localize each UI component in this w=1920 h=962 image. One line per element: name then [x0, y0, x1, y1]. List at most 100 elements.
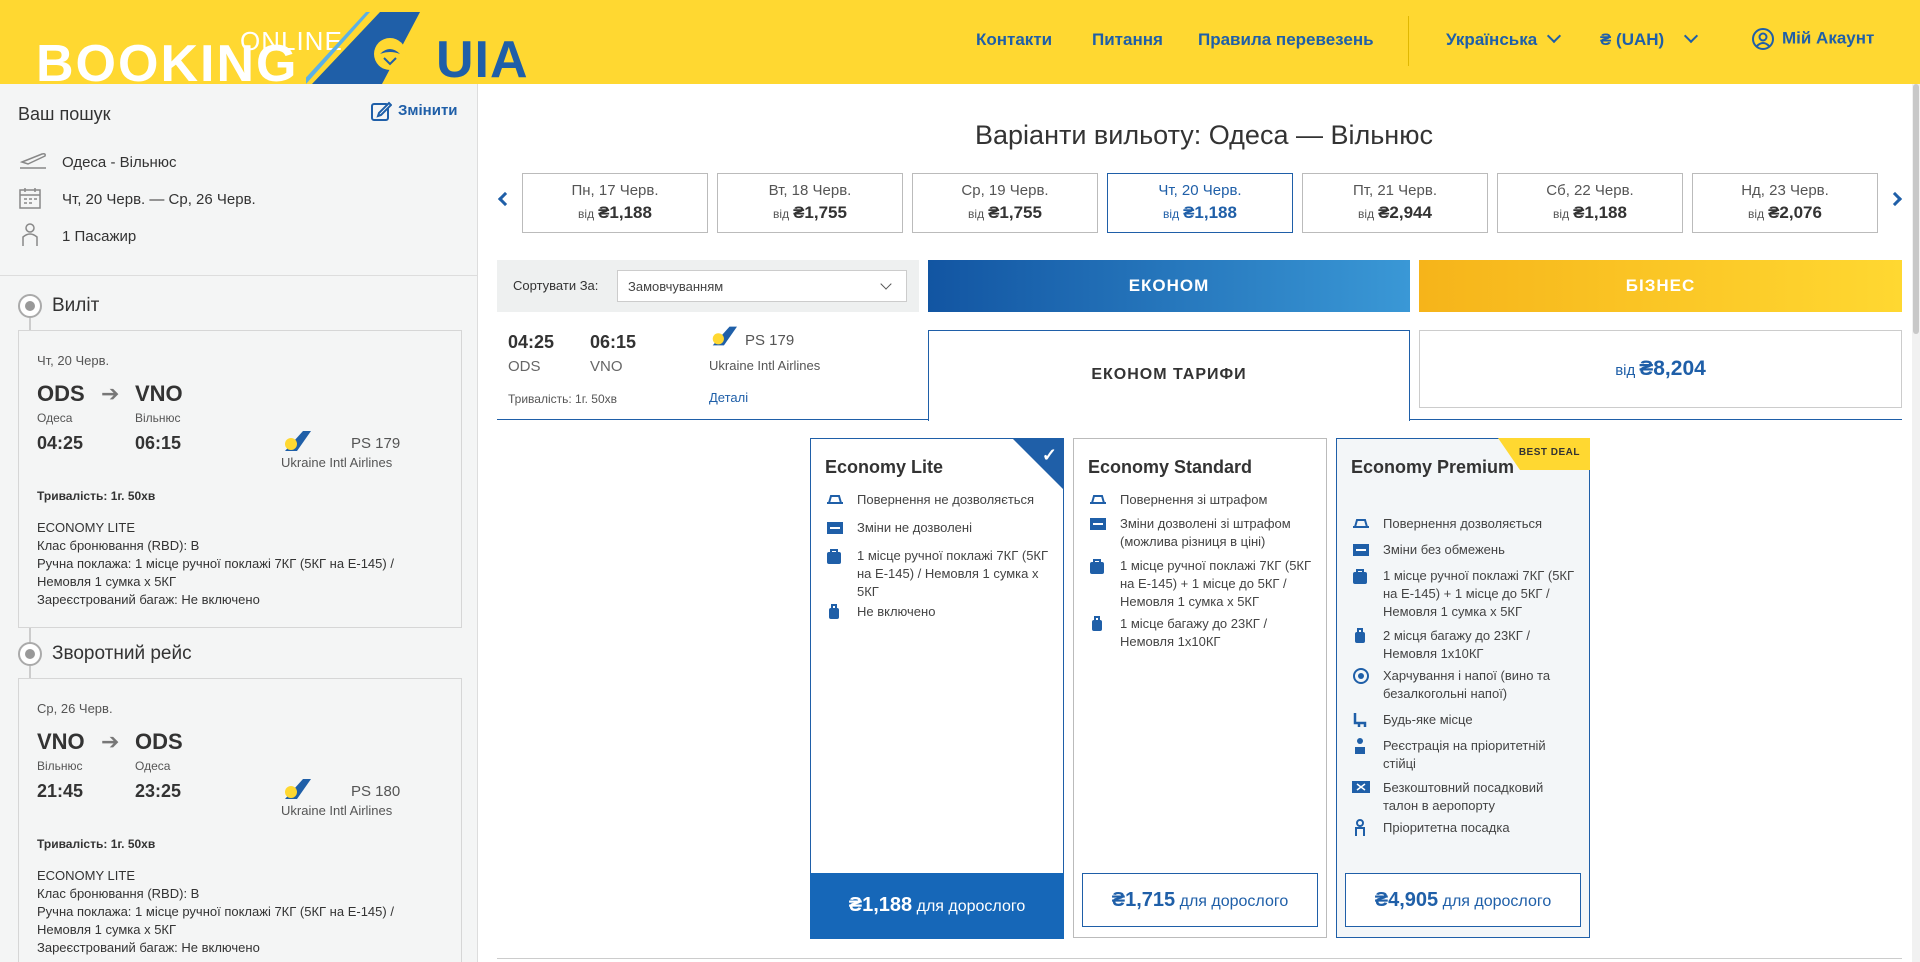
date-tab-label: Вт, 18 Черв.	[768, 182, 852, 199]
inbound-title-label: Зворотний рейс	[52, 643, 192, 665]
fare-feature: Безкоштовний посадковий талон в аеропорт…	[1351, 779, 1579, 815]
fare-feature-text: Повернення не дозволяється	[857, 492, 1035, 507]
inbound-duration: Тривалість: 1г. 50хв	[37, 837, 156, 851]
fare-feature-text: Зміни без обмежень	[1383, 542, 1505, 557]
fare-feature-text: 1 місце ручної поклажі 7КГ (5КГ на E-145…	[1120, 558, 1312, 609]
date-tab[interactable]: Ср, 19 Черв. від ₴1,755	[912, 173, 1098, 233]
outbound-date: Чт, 20 Черв.	[37, 353, 110, 368]
nav-carriage-rules[interactable]: Правила перевезень	[1198, 30, 1374, 50]
next-dates-chevron-right-icon[interactable]	[1887, 191, 1903, 207]
price-prefix: від	[578, 207, 595, 221]
inbound-to-code: ODS	[135, 729, 183, 754]
tab-economy[interactable]: ЕКОНОМ	[928, 260, 1410, 312]
price-value: ₴1,188	[1573, 203, 1627, 222]
refund-icon	[1351, 515, 1371, 533]
fare-feature-text: Не включено	[857, 604, 936, 619]
fare-feature-text: Зміни дозволені зі штрафом (можлива різн…	[1120, 516, 1291, 549]
flight-details-link[interactable]: Деталі	[709, 390, 748, 405]
outbound-checked-baggage: Зареєстрований багаж: Не включено	[37, 592, 260, 607]
outbound-to-city: Вільнюс	[135, 411, 181, 425]
fare-price: ₴1,188	[848, 894, 913, 916]
price-prefix: від	[1748, 207, 1765, 221]
date-tab[interactable]: Вт, 18 Черв. від ₴1,755	[717, 173, 903, 233]
economy-fares-tab[interactable]: ЕКОНОМ ТАРИФИ	[928, 330, 1410, 421]
luggage-icon	[1351, 627, 1371, 645]
date-tab[interactable]: Сб, 22 Черв. від ₴1,188	[1497, 173, 1683, 233]
fare-feature: 1 місце ручної поклажі 7КГ (5КГ на E-145…	[1351, 567, 1579, 621]
refund-icon	[1088, 491, 1108, 509]
calendar-icon	[18, 186, 48, 214]
fare-feature-text: 1 місце ручної поклажі 7КГ (5КГ на E-145…	[857, 548, 1049, 599]
date-tab[interactable]: Пт, 21 Черв. від ₴2,944	[1302, 173, 1488, 233]
airline-logo-icon	[712, 326, 737, 346]
date-tab[interactable]: Нд, 23 Черв. від ₴2,076	[1692, 173, 1878, 233]
refund-icon	[825, 491, 845, 509]
date-tab-price: від ₴1,755	[718, 203, 902, 223]
date-tab-price: від ₴1,755	[913, 203, 1097, 223]
inbound-airline: Ukraine Intl Airlines	[281, 803, 393, 818]
date-tab-label: Пн, 17 Черв.	[571, 182, 659, 199]
nav-contacts[interactable]: Контакти	[976, 30, 1052, 50]
fare-feature: Пріоритетна посадка	[1351, 819, 1579, 837]
airline-logo-icon	[285, 779, 311, 799]
fare-feature-text: Будь-яке місце	[1383, 712, 1473, 727]
inbound-flight-number: PS 180	[351, 783, 401, 800]
date-tab[interactable]: Пн, 17 Черв. від ₴1,188	[522, 173, 708, 233]
price-value: ₴1,188	[1183, 203, 1237, 222]
uia-tail-logo-icon	[306, 12, 420, 84]
luggage-icon	[1088, 615, 1108, 633]
price-prefix: від	[1163, 207, 1180, 221]
account-label: Мій Акаунт	[1782, 28, 1875, 48]
fare-feature-text: Зміни не дозволені	[857, 520, 972, 535]
date-tab-price: від ₴1,188	[1108, 203, 1292, 223]
outbound-radio-icon	[18, 294, 42, 318]
inbound-hand-baggage: Ручна поклажа: 1 місце ручної поклажі 7К…	[37, 904, 394, 937]
date-tab[interactable]: Чт, 20 Черв. від ₴1,188	[1107, 173, 1293, 233]
sort-panel: Сортувати За: Замовчуванням	[497, 260, 919, 312]
select-fare-button[interactable]: ₴4,905 для дорослого	[1345, 873, 1581, 927]
price-value: ₴1,188	[598, 203, 652, 222]
edit-search-label: Змінити	[398, 101, 458, 119]
price-value: ₴1,755	[988, 203, 1042, 222]
fare-feature: Реєстрація на пріоритетній стійці	[1351, 737, 1579, 773]
page-title: Варіанти вильоту: Одеса — Вільнюс	[975, 120, 1433, 150]
passenger-icon	[18, 222, 48, 252]
fare-feature: Харчування і напої (вино та безалкогольн…	[1351, 667, 1579, 703]
page-scrollbar[interactable]	[1912, 84, 1920, 962]
outbound-flight-card: Чт, 20 Черв. ODS ➔ VNO Одеса Вільнюс 04:…	[18, 330, 462, 628]
language-selector[interactable]: Українська	[1446, 28, 1562, 50]
date-tab-label: Ср, 19 Черв.	[961, 182, 1049, 199]
check-icon: ✓	[1041, 445, 1057, 465]
scrollbar-thumb[interactable]	[1913, 84, 1919, 334]
fare-feature: Повернення не дозволяється	[825, 491, 1053, 509]
tab-business[interactable]: БІЗНЕС	[1419, 260, 1902, 312]
inbound-from-code: VNO	[37, 729, 85, 754]
date-tab-price: від ₴1,188	[523, 203, 707, 223]
nav-faq[interactable]: Питання	[1092, 30, 1163, 50]
edit-icon	[371, 101, 393, 121]
account-link[interactable]: Мій Акаунт	[1752, 28, 1874, 50]
inbound-section-title: Зворотний рейс	[18, 642, 192, 666]
price-prefix: від	[968, 207, 985, 221]
date-tab-label: Чт, 20 Черв.	[1158, 182, 1242, 199]
booking-online-logo[interactable]: ONLINE BOOKING UIA	[36, 10, 528, 89]
currency-selector[interactable]: ₴ (UAH)	[1600, 28, 1699, 50]
business-fare-box[interactable]: від ₴8,204	[1419, 330, 1902, 408]
fare-card-economy-lite[interactable]: ✓ Economy Lite Повернення не дозволяєтьс…	[810, 438, 1064, 939]
priority-boarding-icon	[1351, 819, 1371, 837]
edit-search-button[interactable]: Змінити	[370, 100, 458, 122]
select-fare-button[interactable]: ₴1,188 для дорослого	[810, 873, 1064, 939]
select-fare-button[interactable]: ₴1,715 для дорослого	[1082, 873, 1318, 927]
date-tab-price: від ₴2,076	[1693, 203, 1877, 223]
inbound-radio-icon	[18, 642, 42, 666]
sort-dropdown[interactable]: Замовчуванням	[617, 270, 907, 302]
prev-dates-chevron-left-icon[interactable]	[497, 191, 513, 207]
sort-value: Замовчуванням	[628, 279, 724, 294]
fare-card-economy-standard[interactable]: Economy Standard Повернення зі штрафом З…	[1073, 438, 1327, 938]
fare-feature: Зміни без обмежень	[1351, 541, 1579, 559]
flight-duration: Тривалість: 1г. 50хв	[508, 392, 618, 406]
outbound-fare-name: ECONOMY LITE	[37, 520, 136, 535]
flight-row[interactable]: 04:25 06:15 ODS VNO PS 179 Ukraine Intl …	[497, 324, 929, 420]
fare-card-economy-premium[interactable]: BEST DEAL Economy Premium Повернення доз…	[1336, 438, 1590, 938]
luggage-icon	[825, 603, 845, 621]
